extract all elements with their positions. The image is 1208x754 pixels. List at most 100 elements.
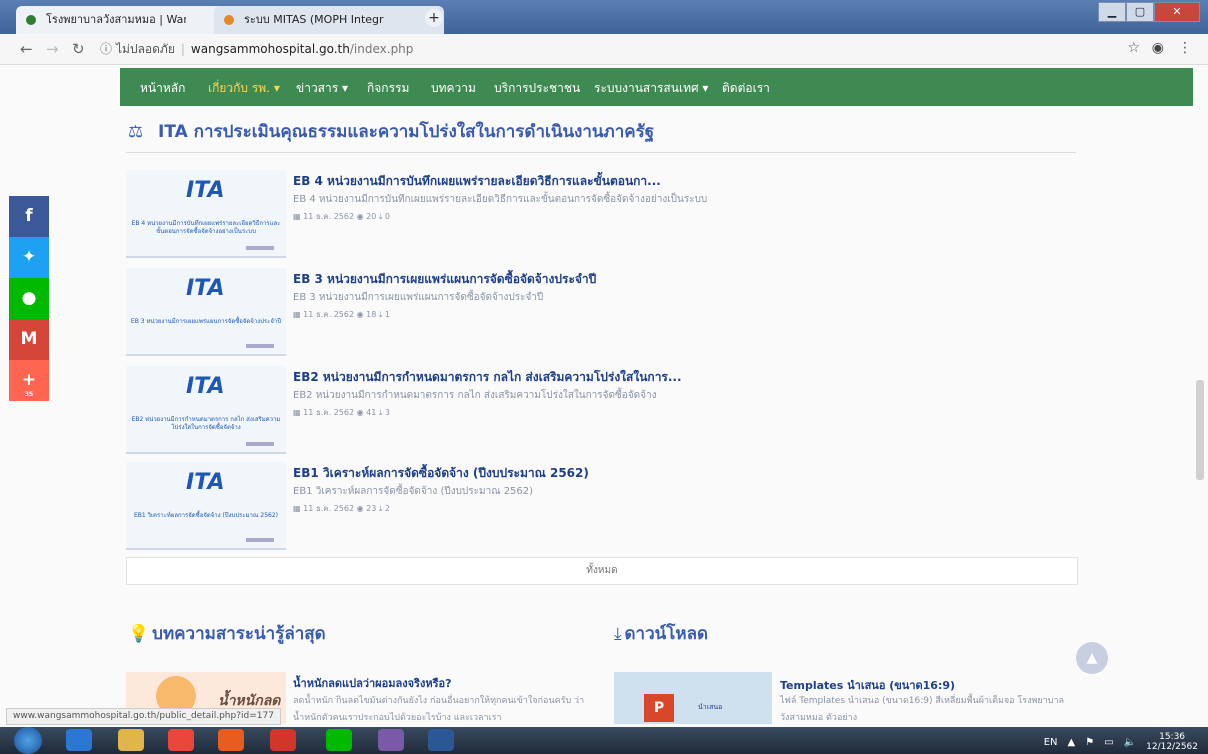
account-icon[interactable]: ◉ (1152, 40, 1164, 56)
reload-icon[interactable]: ↻ (72, 40, 85, 58)
bookmark-star-icon[interactable]: ☆ (1127, 40, 1140, 56)
link-status-url: www.wangsammohospital.go.th/public_detai… (6, 708, 281, 725)
nav-activities[interactable]: กิจกรรม (367, 79, 409, 98)
ita-post-item[interactable]: ITA EB2 หน่วยงานมีการกำหนดมาตรการ กลไก ส… (126, 366, 1076, 454)
chrome-icon[interactable] (168, 729, 194, 751)
nav-about[interactable]: เกี่ยวกับ รพ. ▾ (208, 79, 280, 98)
thumbnail-caption: EB 3 หน่วยงานมีการเผยแพร่แผนการจัดซื้อจั… (130, 318, 282, 325)
browser-tab-hospital[interactable]: โรงพยาบาลวังสามหมอ | Wangsam ✕ (16, 6, 242, 34)
language-indicator[interactable]: EN (1044, 737, 1058, 748)
post-thumbnail[interactable]: ITA EB1 วิเคราะห์ผลการจัดซื้อจัดจ้าง (ปี… (126, 462, 286, 550)
winrar-icon[interactable] (378, 729, 404, 751)
lightbulb-icon: 💡 (128, 624, 150, 644)
maximize-button[interactable]: ▢ (1126, 2, 1154, 22)
twitter-icon[interactable]: ✦ (9, 237, 49, 278)
forward-icon[interactable]: → (46, 40, 59, 58)
url-domain: wangsammohospital.go.th (190, 42, 350, 56)
url-input[interactable]: ⓘ ไม่ปลอดภัย | wangsammohospital.go.th/inde… (100, 39, 1100, 59)
post-description: EB 3 หน่วยงานมีการเผยแพร่แผนการจัดซื้อจั… (293, 292, 544, 303)
clock-date: 12/12/2562 (1146, 742, 1198, 752)
nav-public-service[interactable]: บริการประชาชน (494, 79, 580, 98)
start-button-icon[interactable] (14, 727, 42, 754)
volume-icon[interactable]: 🔈 (1124, 737, 1136, 748)
windows-taskbar: EN ▲ ⚑ ▭ 🔈 15:36 12/12/2562 (0, 727, 1208, 754)
downloads-heading-text: ดาวน์โหลด (624, 624, 709, 644)
post-thumbnail[interactable]: ITA EB2 หน่วยงานมีการกำหนดมาตรการ กลไก ส… (126, 366, 286, 454)
ita-post-item[interactable]: ITA EB 3 หน่วยงานมีการเผยแพร่แผนการจัดซื… (126, 268, 1076, 356)
ita-logo: ITA (186, 470, 225, 495)
line-icon[interactable]: ● (9, 278, 49, 319)
post-description: EB1 วิเคราะห์ผลการจัดซื้อจัดจ้าง (ปีงบปร… (293, 486, 534, 497)
nav-news[interactable]: ข่าวสาร ▾ (296, 79, 348, 98)
downloads-section-heading: ⤓ ดาวน์โหลด (614, 620, 708, 647)
tray-arrow-icon[interactable]: ▲ (1068, 737, 1076, 748)
article-title-link[interactable]: น้ำหนักลดแปลว่าผอมลงจริงหรือ? (293, 674, 451, 692)
tab-title: ระบบ MITAS (MOPH Integrity and (244, 13, 384, 26)
nav-contact[interactable]: ติดต่อเรา (722, 79, 770, 98)
security-label: ไม่ปลอดภัย (116, 42, 175, 56)
page-scrollbar[interactable] (1196, 380, 1204, 480)
thumbnail-footer-logo (246, 344, 274, 348)
view-all-button[interactable]: ทั้งหมด (126, 557, 1078, 585)
gmail-icon[interactable]: M (9, 319, 49, 360)
clock[interactable]: 15:36 12/12/2562 (1146, 732, 1198, 752)
ie-icon[interactable] (66, 729, 92, 751)
site-navbar: หน้าหลัก เกี่ยวกับ รพ. ▾ ข่าวสาร ▾ กิจกร… (120, 68, 1193, 106)
download-title-link[interactable]: Templates นำเสนอ (ขนาด16:9) (780, 676, 955, 694)
post-title-link[interactable]: EB 3 หน่วยงานมีการเผยแพร่แผนการจัดซื้อจั… (293, 270, 596, 289)
word-icon[interactable] (428, 729, 454, 751)
browser-menu-icon[interactable]: ⋮ (1178, 40, 1192, 56)
new-tab-button[interactable]: + (425, 9, 443, 27)
media-player-icon[interactable] (218, 729, 244, 751)
scroll-to-top-button[interactable]: ▲ (1076, 642, 1108, 674)
nav-home[interactable]: หน้าหลัก (140, 79, 185, 98)
download-description: ไฟล์ Templates นำเสนอ (ขนาด16:9) สีเหลี่… (780, 696, 1065, 723)
tab-title: โรงพยาบาลวังสามหมอ | Wangsam (46, 13, 186, 26)
articles-heading-text: บทความสาระน่ารู้ล่าสุด (152, 624, 326, 644)
line-app-icon[interactable] (326, 729, 352, 751)
nav-articles[interactable]: บทความ (431, 79, 476, 98)
ita-heading-text: ITA การประเมินคุณธรรมและความโปร่งใสในการ… (158, 122, 655, 142)
ita-section-heading: ⚖ ITA การประเมินคุณธรรมและความโปร่งใสในกา… (128, 118, 654, 145)
thumbnail-caption: EB1 วิเคราะห์ผลการจัดซื้อจัดจ้าง (ปีงบปร… (133, 512, 279, 519)
window-controls: ▁ ▢ ✕ (1098, 2, 1200, 22)
thumbnail-footer-logo (246, 246, 274, 250)
powerpoint-icon: P (644, 694, 674, 722)
flag-icon[interactable]: ⚑ (1085, 737, 1094, 748)
post-thumbnail[interactable]: ITA EB 3 หน่วยงานมีการเผยแพร่แผนการจัดซื… (126, 268, 286, 356)
download-thumbnail[interactable]: P นำเสนอ (614, 672, 772, 724)
browser-tab-bar: โรงพยาบาลวังสามหมอ | Wangsam ✕ ระบบ MITA… (0, 0, 1208, 34)
post-title-link[interactable]: EB1 วิเคราะห์ผลการจัดซื้อจัดจ้าง (ปีงบปร… (293, 464, 589, 483)
social-share-bar: f ✦ ● M +35 (9, 196, 49, 401)
download-icon: ⤓ (614, 624, 622, 644)
ita-post-item[interactable]: ITA EB 4 หน่วยงานมีการบันทึกเผยแพร่รายละ… (126, 170, 1076, 258)
mitas-favicon-icon (224, 15, 234, 25)
site-favicon-icon (26, 15, 36, 25)
ita-post-item[interactable]: ITA EB1 วิเคราะห์ผลการจัดซื้อจัดจ้าง (ปี… (126, 462, 1076, 550)
system-tray: EN ▲ ⚑ ▭ 🔈 15:36 12/12/2562 (1044, 732, 1198, 752)
articles-section-heading: 💡 บทความสาระน่ารู้ล่าสุด (128, 620, 326, 647)
back-icon[interactable]: ← (20, 40, 33, 58)
post-meta: ▦ 11 ธ.ค. 2562 ◉ 41 ⤓ 3 (293, 408, 391, 417)
share-more-icon[interactable]: +35 (9, 360, 49, 401)
facebook-icon[interactable]: f (9, 196, 49, 237)
post-title-link[interactable]: EB2 หน่วยงานมีการกำหนดมาตรการ กลไก ส่งเส… (293, 368, 682, 387)
post-thumbnail[interactable]: ITA EB 4 หน่วยงานมีการบันทึกเผยแพร่รายละ… (126, 170, 286, 258)
window-close-button[interactable]: ✕ (1154, 2, 1200, 22)
acrobat-icon[interactable] (270, 729, 296, 751)
address-bar-row: ← → ↻ ⓘ ไม่ปลอดภัย | wangsammohospital.go.t… (0, 34, 1208, 65)
nav-info-systems[interactable]: ระบบงานสารสนเทศ ▾ (594, 79, 708, 98)
post-title-link[interactable]: EB 4 หน่วยงานมีการบันทึกเผยแพร่รายละเอีย… (293, 172, 661, 191)
browser-tab-mitas[interactable]: ระบบ MITAS (MOPH Integrity and ✕ (214, 6, 444, 34)
post-description: EB 4 หน่วยงานมีการบันทึกเผยแพร่รายละเอีย… (293, 194, 708, 205)
minimize-button[interactable]: ▁ (1098, 2, 1126, 22)
info-icon[interactable]: ⓘ (100, 42, 112, 56)
file-explorer-icon[interactable] (118, 729, 144, 751)
ita-logo: ITA (186, 374, 225, 399)
post-meta: ▦ 11 ธ.ค. 2562 ◉ 20 ⤓ 0 (293, 212, 391, 221)
divider (126, 152, 1076, 153)
network-icon[interactable]: ▭ (1104, 737, 1113, 748)
ita-logo: ITA (186, 276, 225, 301)
post-meta: ▦ 11 ธ.ค. 2562 ◉ 18 ⤓ 1 (293, 310, 391, 319)
post-meta: ▦ 11 ธ.ค. 2562 ◉ 23 ⤓ 2 (293, 504, 391, 513)
